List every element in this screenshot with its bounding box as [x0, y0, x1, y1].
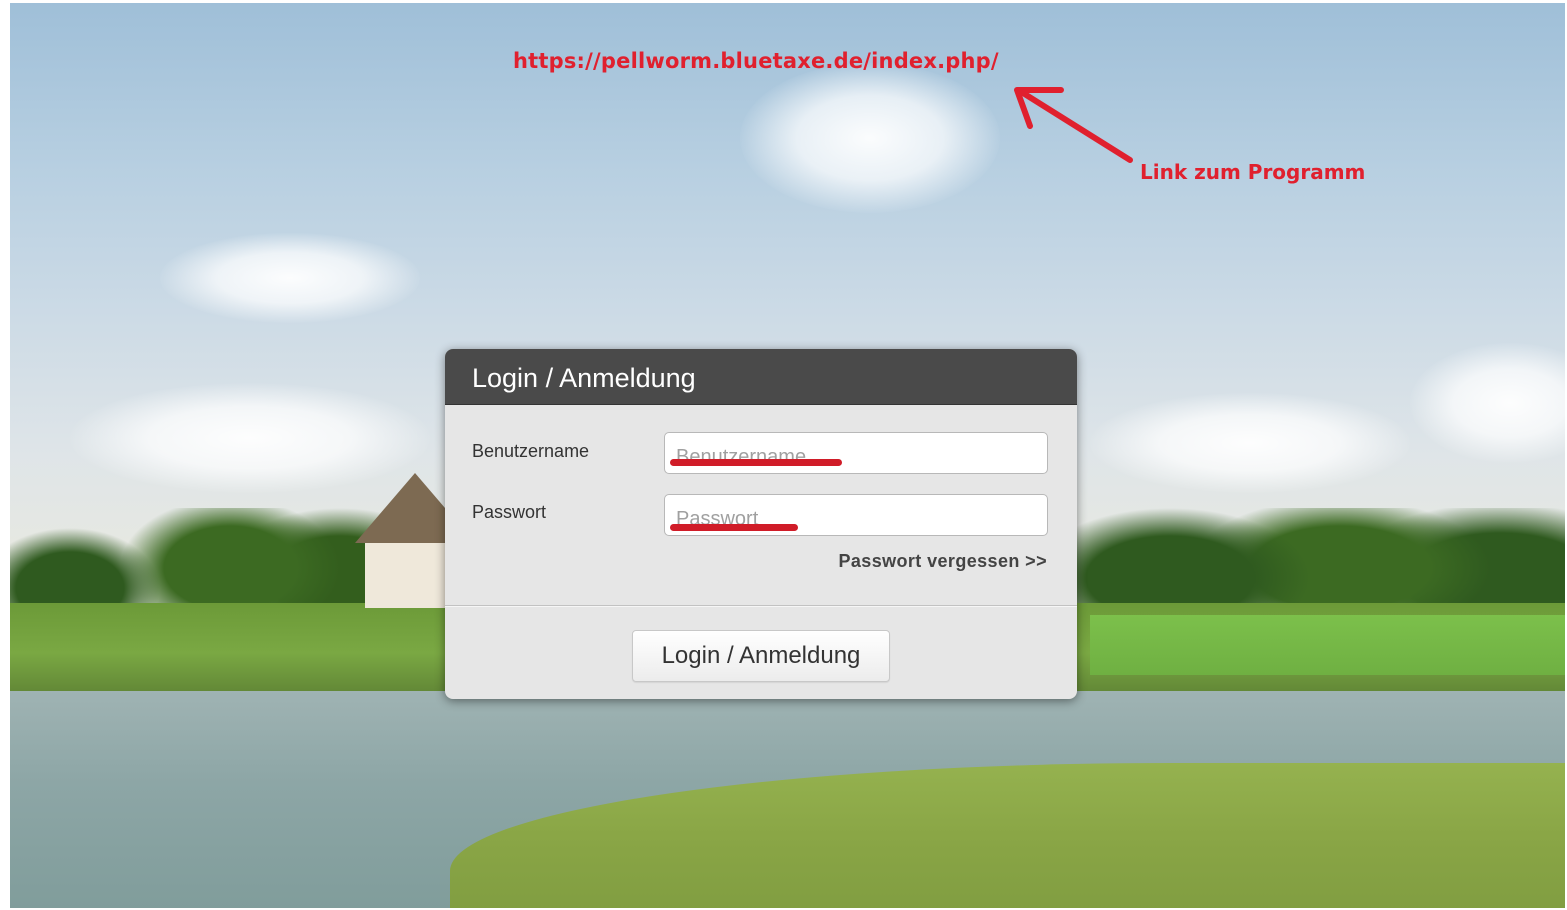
- annotation-underline: [670, 524, 798, 531]
- username-input[interactable]: [664, 432, 1048, 474]
- annotation-hint: Link zum Programm: [1140, 160, 1366, 184]
- dialog-header: Login / Anmeldung: [445, 349, 1077, 405]
- login-button[interactable]: Login / Anmeldung: [632, 630, 890, 682]
- annotation-underline: [670, 459, 842, 466]
- dialog-title: Login / Anmeldung: [472, 363, 696, 393]
- cloud: [740, 63, 1000, 213]
- cloud: [1410, 343, 1565, 463]
- username-label: Benutzername: [472, 441, 590, 461]
- password-label: Passwort: [472, 502, 547, 522]
- dialog-divider: [445, 605, 1077, 607]
- login-dialog: Login / Anmeldung Benutzername Passwort …: [445, 349, 1077, 699]
- annotation-url: https://pellworm.bluetaxe.de/index.php/: [513, 49, 999, 73]
- cloud: [1090, 393, 1410, 493]
- cloud: [160, 233, 420, 323]
- green-field: [1090, 615, 1565, 675]
- annotation-arrow-icon: [1014, 87, 1133, 163]
- forgot-password-link[interactable]: Passwort vergessen >>: [838, 551, 1047, 572]
